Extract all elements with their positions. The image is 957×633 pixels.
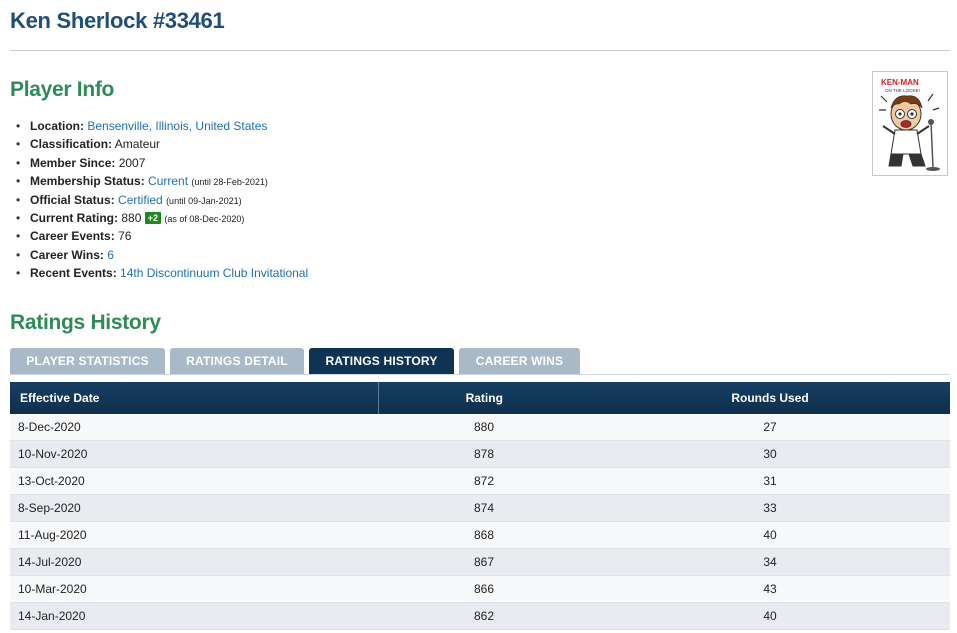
tab-career-wins[interactable]: CAREER WINS bbox=[459, 348, 580, 374]
cell-rating: 867 bbox=[378, 548, 590, 576]
cell-date: 8-Dec-2020 bbox=[10, 414, 378, 441]
cell-rating: 874 bbox=[378, 494, 590, 522]
tab-ratings-detail[interactable]: RATINGS DETAIL bbox=[170, 348, 304, 374]
tabs-divider bbox=[10, 374, 950, 375]
cell-rounds: 40 bbox=[590, 521, 950, 549]
column-header-rating[interactable]: Rating bbox=[378, 382, 590, 414]
info-career-wins: • Career Wins: 6 bbox=[16, 247, 114, 262]
column-header-effective-date[interactable]: Effective Date bbox=[10, 382, 379, 414]
cell-rounds: 31 bbox=[590, 467, 950, 495]
ratings-tabs: PLAYER STATISTICS RATINGS DETAIL RATINGS… bbox=[10, 348, 950, 374]
recent-event-link[interactable]: 14th Discontinuum Club Invitational bbox=[120, 266, 308, 280]
info-rating-value: 880 bbox=[121, 210, 142, 225]
ratings-history-heading: Ratings History bbox=[10, 311, 161, 334]
ratings-history-table: Effective Date Rating Rounds Used 8-Dec-… bbox=[10, 382, 950, 630]
info-location: • Location: Bensenville, Illinois, United… bbox=[16, 119, 268, 133]
avatar-caption-sub: ON THE LOOSE! bbox=[885, 88, 920, 93]
cell-rounds: 43 bbox=[590, 575, 950, 603]
avatar-caption: KEN-MAN bbox=[881, 78, 919, 87]
cell-rounds: 40 bbox=[590, 602, 950, 630]
career-wins-link[interactable]: 6 bbox=[107, 248, 114, 262]
tab-player-statistics[interactable]: PLAYER STATISTICS bbox=[10, 348, 165, 374]
cell-rating: 866 bbox=[378, 575, 590, 603]
player-info-heading: Player Info bbox=[10, 78, 115, 101]
table-header-row: Effective Date Rating Rounds Used bbox=[10, 382, 950, 414]
column-header-rounds-used[interactable]: Rounds Used bbox=[590, 382, 950, 414]
table-row: 8-Sep-2020 874 33 bbox=[10, 494, 950, 522]
cell-rating: 880 bbox=[378, 414, 590, 441]
info-career-events: • Career Events: 76 bbox=[16, 229, 132, 244]
table-row: 11-Aug-2020 868 40 bbox=[10, 521, 950, 549]
info-official-status: • Official Status: Certified (until 09-Ja… bbox=[16, 192, 242, 207]
cell-date: 14-Jan-2020 bbox=[10, 602, 378, 630]
info-classification: • Classification: Amateur bbox=[16, 137, 161, 152]
cell-date: 11-Aug-2020 bbox=[10, 521, 378, 549]
cell-date: 13-Oct-2020 bbox=[10, 467, 378, 495]
membership-note: (until 28-Feb-2021) bbox=[191, 177, 268, 188]
info-current-rating: • Current Rating: 880 +2 (as of 08-Dec-20… bbox=[16, 210, 245, 225]
cell-rating: 868 bbox=[378, 521, 590, 549]
info-membership-label: Membership Status: bbox=[30, 174, 145, 189]
cell-rating: 878 bbox=[378, 440, 590, 468]
cell-rounds: 27 bbox=[590, 414, 950, 441]
cell-rounds: 33 bbox=[590, 494, 950, 522]
table-row: 10-Nov-2020 878 30 bbox=[10, 440, 950, 468]
cell-rounds: 30 bbox=[590, 440, 950, 468]
cell-rating: 862 bbox=[378, 602, 590, 630]
cell-date: 10-Mar-2020 bbox=[10, 575, 378, 603]
info-events-value: 76 bbox=[118, 229, 132, 244]
info-membership-status: • Membership Status: Current (until 28-Fe… bbox=[16, 174, 268, 189]
cell-date: 14-Jul-2020 bbox=[10, 548, 378, 576]
info-official-label: Official Status: bbox=[30, 192, 115, 207]
tab-ratings-history[interactable]: RATINGS HISTORY bbox=[309, 348, 454, 374]
avatar-cartoon-image: KEN-MAN ON THE LOOSE! bbox=[873, 72, 947, 175]
info-location-label: Location: bbox=[30, 119, 84, 133]
cell-rating: 872 bbox=[378, 467, 590, 495]
info-wins-label: Career Wins: bbox=[30, 247, 104, 262]
info-rating-label: Current Rating: bbox=[30, 210, 118, 225]
table-row: 8-Dec-2020 880 27 bbox=[10, 414, 950, 441]
official-status-link[interactable]: Certified bbox=[118, 193, 163, 207]
table-row: 14-Jan-2020 862 40 bbox=[10, 602, 950, 630]
player-info-list: • Location: Bensenville, Illinois, United… bbox=[16, 117, 308, 283]
rating-note: (as of 08-Dec-2020) bbox=[164, 213, 245, 224]
cell-date: 8-Sep-2020 bbox=[10, 494, 378, 522]
cell-rounds: 34 bbox=[590, 548, 950, 576]
table-row: 13-Oct-2020 872 31 bbox=[10, 467, 950, 495]
official-note: (until 09-Jan-2021) bbox=[166, 195, 242, 206]
membership-status-link[interactable]: Current bbox=[148, 174, 188, 188]
info-member-since-label: Member Since: bbox=[30, 155, 116, 170]
player-avatar: KEN-MAN ON THE LOOSE! bbox=[872, 71, 948, 176]
table-row: 10-Mar-2020 866 43 bbox=[10, 575, 950, 603]
info-member-since: • Member Since: 2007 bbox=[16, 155, 146, 170]
info-classification-label: Classification: bbox=[30, 137, 113, 152]
title-divider bbox=[10, 50, 950, 51]
info-recent-events: • Recent Events: 14th Discontinuum Club I… bbox=[16, 266, 309, 281]
info-recent-label: Recent Events: bbox=[30, 266, 117, 281]
info-member-since-value: 2007 bbox=[118, 155, 146, 170]
rating-change-badge: +2 bbox=[144, 211, 161, 224]
page-title: Ken Sherlock #33461 bbox=[10, 8, 225, 33]
location-link[interactable]: Bensenville, Illinois, United States bbox=[87, 119, 267, 133]
cell-date: 10-Nov-2020 bbox=[10, 440, 378, 468]
table-row: 14-Jul-2020 867 34 bbox=[10, 548, 950, 576]
info-classification-value: Amateur bbox=[114, 137, 161, 152]
info-events-label: Career Events: bbox=[30, 229, 115, 244]
